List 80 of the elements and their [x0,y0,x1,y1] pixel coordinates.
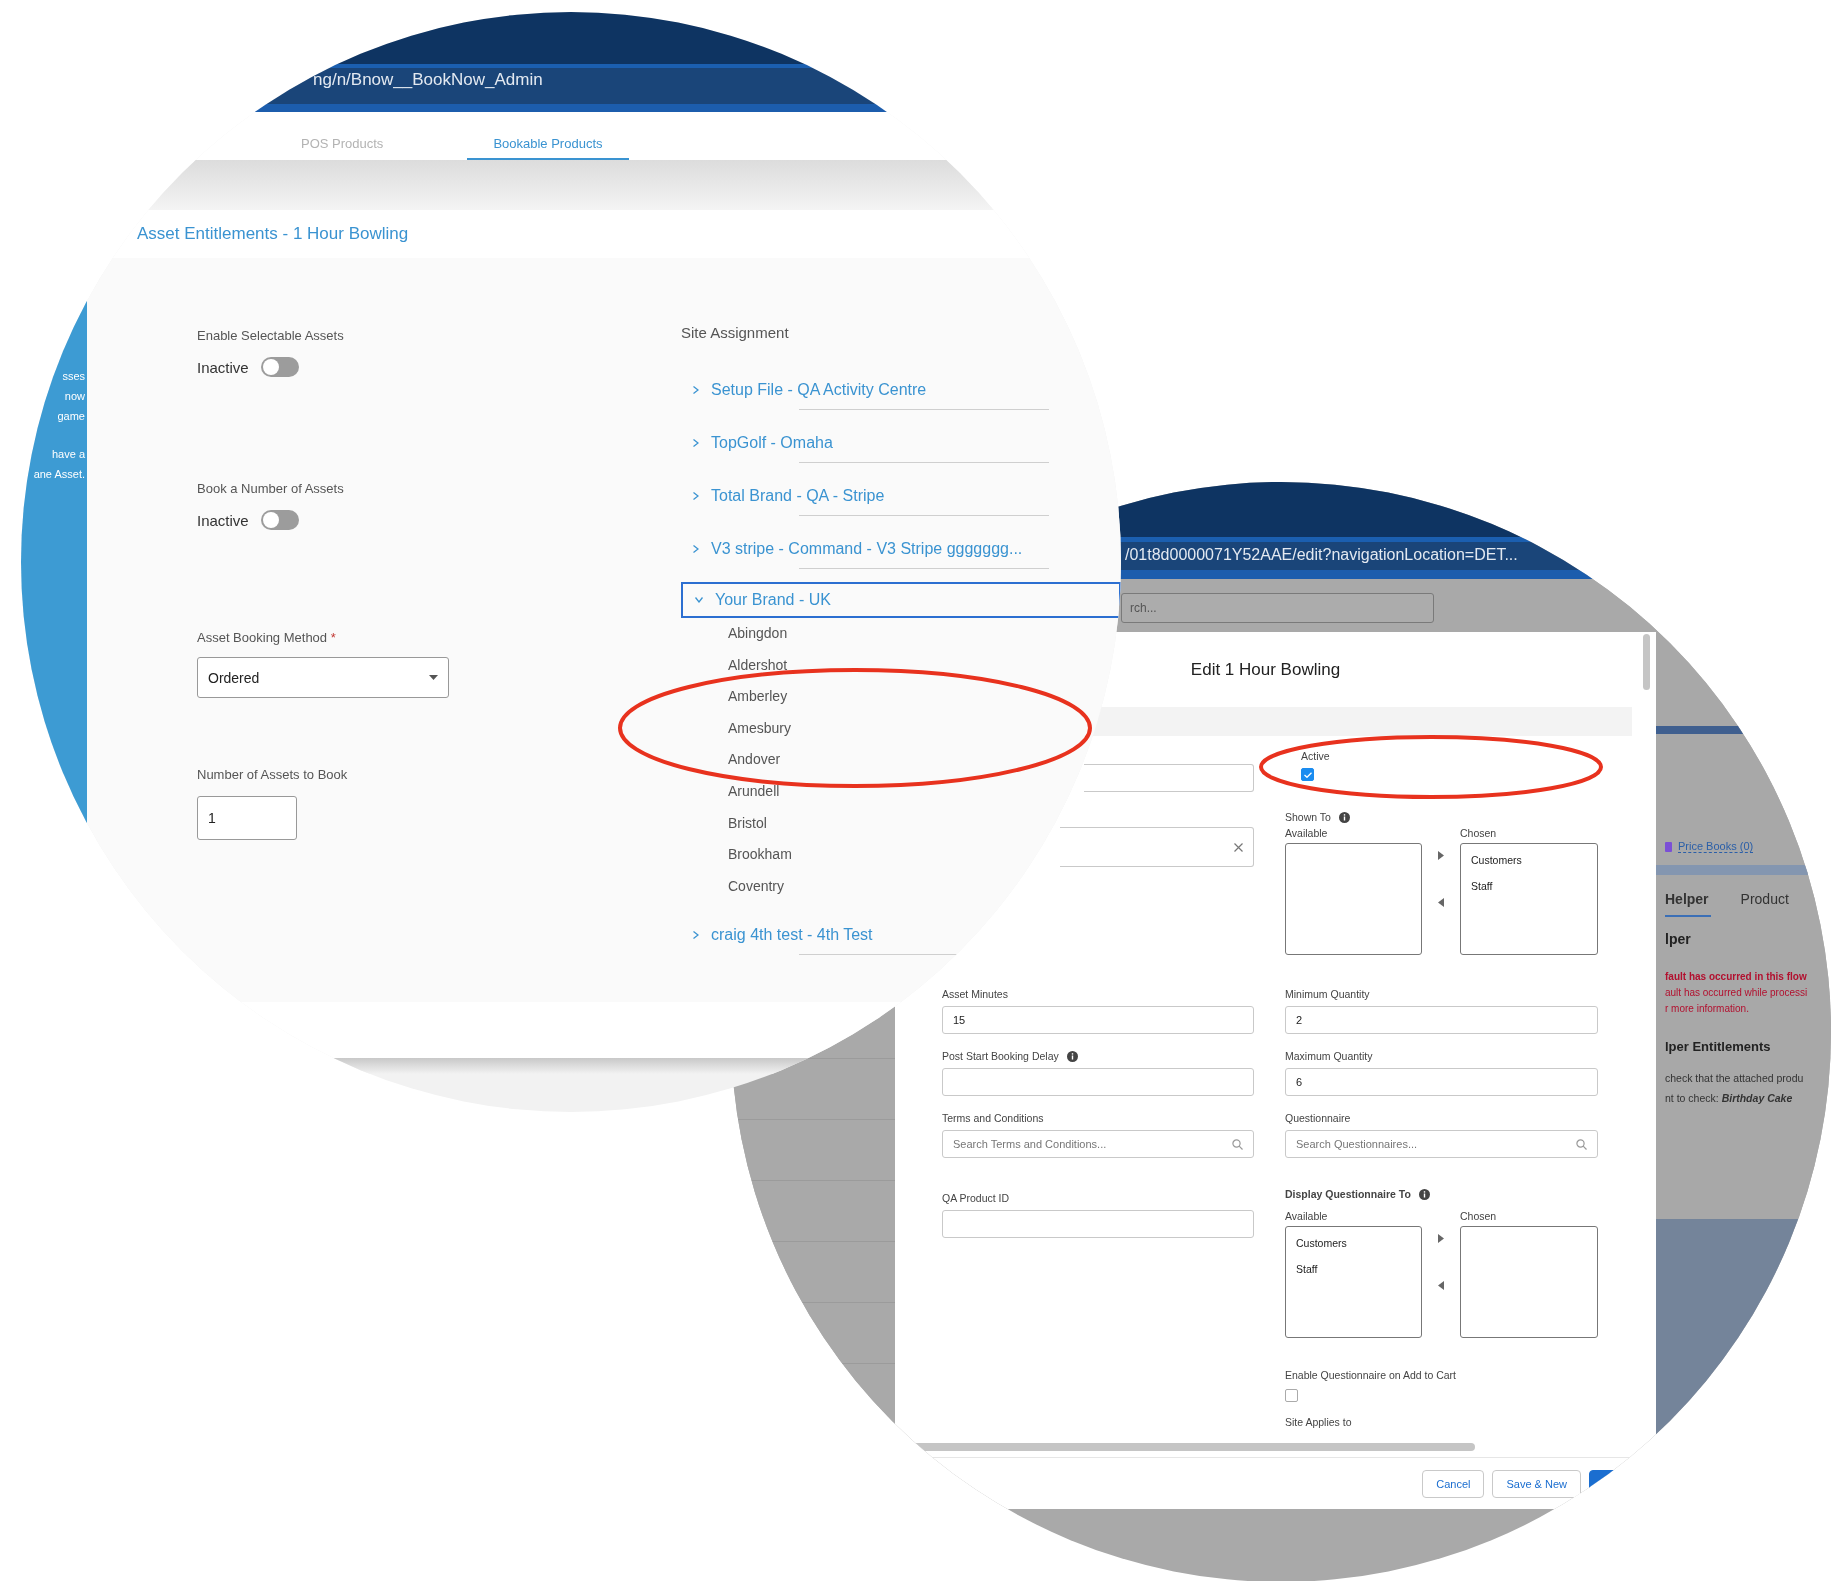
field-label: Site Applies to [1285,1416,1353,1428]
field-label: Book a Number of Assets [197,481,345,496]
field-label: Asset Minutes [942,988,1008,1000]
input-field[interactable] [942,1210,1254,1238]
toggle-state: Inactive [197,511,249,529]
chevron-right-icon [693,545,699,553]
chevron-right-icon [693,439,699,447]
number-field[interactable]: 1 [197,796,297,840]
search-field[interactable]: Search Questionnaires... [1285,1130,1598,1158]
sidebar-text: now [64,389,85,404]
input-field[interactable]: 6 [1285,1068,1598,1096]
move-left-icon[interactable] [1438,1281,1444,1290]
list-option[interactable]: Customers [1296,1237,1411,1249]
chevron-right-icon [693,492,699,500]
input-field[interactable]: 2 [1285,1006,1598,1034]
move-right-icon[interactable] [1438,851,1444,860]
section-heading: Site Assignment [681,324,790,341]
page-url: /01t8d0000071Y52AAE/edit?navigationLocation=DET... [1125,546,1518,563]
list-icon [1665,841,1672,852]
tab[interactable]: Product [1740,885,1791,917]
error-text: fault has occurred in this flow [1665,970,1808,984]
select-field[interactable]: Ordered [197,657,449,698]
input-field[interactable] [942,1068,1254,1096]
search-field[interactable]: rch... [1121,593,1434,623]
field-label: Available [1285,1210,1329,1222]
search-icon [1576,1138,1587,1150]
field-label: Active [1301,750,1330,762]
field-label: Maximum Quantity [1285,1050,1373,1062]
input-field[interactable]: 15 [942,1006,1254,1034]
panel-heading: lper [1665,931,1692,947]
tab[interactable]: Helper [1665,885,1711,917]
panel-text: nt to check: Birthday Cake [1665,1092,1794,1104]
checkbox[interactable] [1301,768,1314,781]
field-label: Chosen [1460,827,1498,839]
field-label: Available [1285,827,1329,839]
field-label: Chosen [1460,1210,1498,1222]
toggle-switch[interactable] [260,357,299,377]
neutral-button[interactable]: Cancel [1422,1469,1485,1498]
dropdown-caret-icon [429,675,438,680]
checkmark-icon [1303,771,1312,778]
chevron-right-icon [693,931,699,940]
field-label: QA Product ID [942,1192,1010,1204]
field-label: Post Start Booking Delay [942,1050,1059,1062]
field-label: Asset Booking Method * [197,630,337,645]
field-label: Number of Assets to Book [197,767,349,782]
page-url: ng/n/Bnow__BookNow_Admin [313,70,543,89]
field-label: Enable Questionnaire on Add to Cart [1285,1369,1458,1381]
sidebar-text: ane Asset. [33,467,85,482]
clear-icon[interactable] [1234,842,1243,852]
field-label: Minimum Quantity [1285,988,1370,1000]
sidebar-text: have a [51,447,85,462]
error-text: r more information. [1665,1002,1750,1016]
field-label: Display Questionnaire To [1285,1188,1411,1200]
search-icon [1232,1138,1243,1150]
panel-text: check that the attached produ [1665,1072,1805,1084]
neutral-button[interactable]: Save & New [1492,1469,1581,1498]
toggle-state: Inactive [197,358,249,376]
field-label: Shown To [1285,811,1331,823]
input-field[interactable] [1060,827,1254,867]
dialog-title: Edit 1 Hour Bowling [1190,659,1341,680]
error-text: ault has occurred while processi [1665,986,1809,1000]
sidebar-text: game [57,409,85,424]
toggle-switch[interactable] [260,510,299,530]
sidebar-text: sses [62,369,85,384]
chevron-right-icon [693,386,699,394]
field-label: Terms and Conditions [942,1112,1044,1124]
list-option[interactable]: Staff [1296,1263,1411,1275]
field-label: Enable Selectable Assets [197,328,345,343]
field-label: Questionnaire [1285,1112,1351,1124]
move-right-icon[interactable] [1438,1234,1444,1243]
input-field[interactable] [1084,764,1254,792]
move-left-icon[interactable] [1438,898,1444,907]
panel-heading: lper Entitlements [1665,1039,1772,1054]
chevron-down-icon [695,597,703,603]
page-title: Asset Entitlements - 1 Hour Bowling [137,224,409,244]
list-option[interactable]: Customers [1471,854,1587,866]
search-field[interactable]: Search Terms and Conditions... [942,1130,1254,1158]
checkbox[interactable] [1285,1389,1298,1402]
scrollbar[interactable] [1643,634,1650,690]
list-option[interactable]: Staff [1471,880,1587,892]
